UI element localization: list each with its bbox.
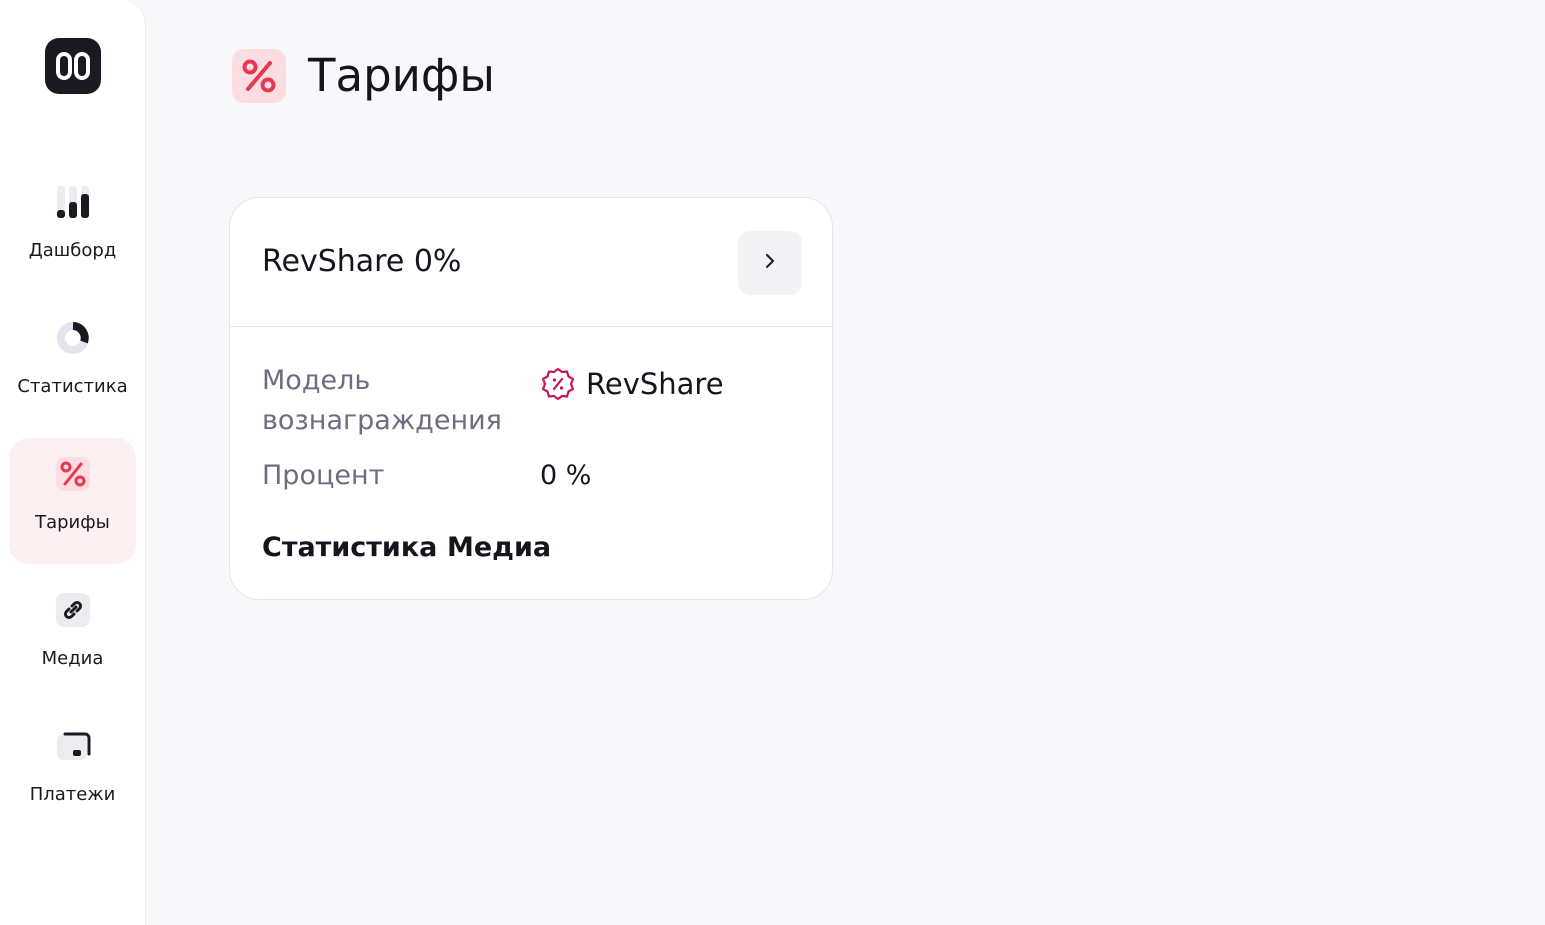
percent-icon	[232, 49, 286, 103]
chevron-right-icon	[760, 251, 780, 275]
sidebar-item-label: Дашборд	[28, 240, 117, 261]
sidebar-item-label: Тарифы	[35, 512, 110, 533]
reward-model-value: RevShare	[540, 364, 724, 404]
wallet-icon	[55, 728, 91, 764]
open-tariff-button[interactable]	[738, 231, 802, 295]
page-title: Тарифы	[308, 49, 495, 102]
statistics-link[interactable]: Статистика	[262, 528, 437, 568]
percent-value: 0 %	[540, 456, 591, 496]
reward-model-text: RevShare	[586, 367, 724, 401]
donut-chart-icon	[55, 320, 91, 356]
sidebar-item-dashboard[interactable]: Дашборд	[9, 166, 136, 292]
percent-value-text: 0 %	[540, 460, 592, 491]
sidebar-item-label: Платежи	[29, 784, 116, 805]
reward-model-label: Модель вознаграждения	[262, 365, 502, 436]
discount-badge-icon	[540, 366, 576, 402]
percent-label: Процент	[262, 460, 385, 491]
sidebar-item-label: Статистика	[17, 376, 128, 397]
app-logo-icon[interactable]	[45, 38, 101, 94]
sidebar-item-label: Медиа	[41, 648, 104, 669]
tariff-card-title: RevShare 0%	[262, 244, 462, 279]
bar-chart-icon	[55, 184, 91, 220]
sidebar: Дашборд Статистика Тарифы Медиа Платежи	[0, 0, 146, 925]
sidebar-item-tariffs[interactable]: Тарифы	[9, 438, 136, 564]
media-link[interactable]: Медиа	[447, 528, 551, 568]
sidebar-item-media[interactable]: Медиа	[9, 574, 136, 700]
sidebar-item-statistics[interactable]: Статистика	[9, 302, 136, 428]
sidebar-item-payments[interactable]: Платежи	[9, 710, 136, 836]
card-divider	[230, 326, 832, 327]
percent-icon	[55, 456, 91, 492]
tariff-card: RevShare 0% Модель вознаграждения RevSha…	[229, 197, 833, 600]
link-icon	[55, 592, 91, 628]
